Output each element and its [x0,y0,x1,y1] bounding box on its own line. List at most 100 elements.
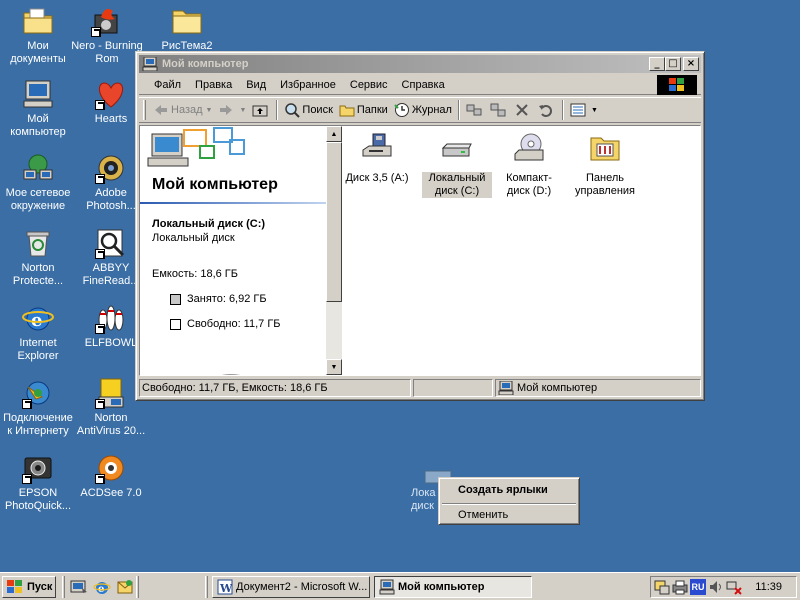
back-button[interactable]: Назад ▼ [150,99,215,121]
delete-button[interactable] [511,99,535,121]
word-document-icon: W [217,579,233,595]
desktop-icon-network[interactable]: Мое сетевое окружение [0,152,76,213]
forward-arrow-icon [220,105,233,115]
item-label: Панель управления [575,172,635,197]
explorer-content: Мой компьютер Локальный диск (C:) Локаль… [139,125,701,376]
network-disconnected-icon[interactable] [726,579,742,595]
computer-icon [498,381,514,395]
desktop-icon-label: Мое сетевое окружение [5,187,71,212]
chevron-down-icon[interactable]: ▼ [591,107,598,114]
status-zone: Мой компьютер [495,379,701,397]
left-pane-scrollbar[interactable]: ▲ ▼ [326,126,342,375]
desktop-icon-ristema2[interactable]: РисТема2 [149,5,225,53]
item-control-panel[interactable]: Панель управления [570,132,640,198]
history-button[interactable]: Журнал [391,99,455,121]
desktop-icon-nero[interactable]: Nero - Burning Rom [69,5,145,66]
network-tray-icon[interactable] [654,579,670,595]
recycle-bin-icon [22,227,54,259]
desktop-icon-my-computer[interactable]: Мой компьютер [0,78,76,139]
start-label: Пуск [27,581,53,593]
menu-favorites[interactable]: Избранное [273,79,343,91]
volume-icon[interactable] [708,579,724,595]
scroll-up-button[interactable]: ▲ [326,126,342,142]
desktop-icon-my-documents[interactable]: Мои документы [0,5,76,66]
system-tray: RU 11:39 [650,576,797,598]
toolbar-grip[interactable] [143,100,146,120]
scroll-thumb[interactable] [326,142,342,302]
history-icon [394,103,409,117]
window-title: Мой компьютер [162,58,249,70]
create-shortcuts-menu-item[interactable]: Создать ярлыки [442,481,576,499]
camera-icon [22,452,54,484]
delete-icon [516,104,528,116]
cancel-menu-item[interactable]: Отменить [442,506,576,524]
folders-icon [339,105,355,117]
menu-view[interactable]: Вид [239,79,273,91]
norton-antivirus-icon [95,377,127,409]
standard-toolbar: Назад ▼ ▼ Поиск Папки Журнал ▼ [139,97,701,123]
menu-help[interactable]: Справка [395,79,452,91]
folder-up-icon [252,105,268,117]
undo-button[interactable] [535,99,559,121]
copy-to-button[interactable] [487,99,511,121]
quicklaunch-grip[interactable] [62,576,65,598]
desktop-icon-norton-protected[interactable]: Norton Protecte... [0,227,76,288]
menu-file[interactable]: Файл [147,79,188,91]
task-my-computer[interactable]: Мой компьютер [374,576,532,598]
minimize-button[interactable]: _ [649,57,665,71]
computer-icon [142,57,158,71]
used-swatch [170,293,181,305]
windows-logo-icon [657,75,697,95]
folders-button[interactable]: Папки [336,99,391,121]
status-zone-label: Мой компьютер [517,382,598,394]
desktop-icon-internet-explorer[interactable]: e Internet Explorer [0,302,76,363]
desktop-icon-acdsee[interactable]: ACDSee 7.0 [73,452,149,500]
menu-tools[interactable]: Сервис [343,79,395,91]
move-to-button[interactable] [463,99,487,121]
task-word-document[interactable]: W Документ2 - Microsoft W... [212,576,370,598]
language-indicator[interactable]: RU [690,579,706,595]
item-label: Компакт-диск (D:) [506,172,552,197]
desktop-icon-internet-connection[interactable]: Подключение к Интернету [0,377,76,438]
scroll-down-button[interactable]: ▼ [326,359,342,375]
internet-explorer-icon[interactable]: e [93,578,111,596]
pane-title: Мой компьютер [152,176,278,193]
history-label: Журнал [411,104,452,116]
printer-tray-icon[interactable] [672,579,688,595]
undo-icon [538,105,552,117]
menu-edit[interactable]: Правка [188,79,239,91]
item-cd-d[interactable]: Компакт-диск (D:) [494,132,564,198]
computer-icon [22,78,54,110]
control-panel-icon [590,137,620,161]
clock[interactable]: 11:39 [755,581,782,593]
views-button[interactable]: ▼ [567,99,601,121]
photoshop-icon [95,152,127,184]
menu-bar: Файл Правка Вид Избранное Сервис Справка [139,75,701,95]
chevron-down-icon[interactable]: ▼ [206,107,213,114]
forward-button[interactable]: ▼ [215,99,249,121]
show-desktop-icon[interactable] [70,578,88,596]
maximize-button[interactable]: □ [665,57,681,71]
desktop-icon-label: Подключение к Интернету [3,412,73,437]
connection-wizard-icon [22,377,54,409]
item-floppy-a[interactable]: Диск 3,5 (A:) [342,132,412,185]
chevron-down-icon[interactable]: ▼ [239,107,246,114]
task-label: Документ2 - Microsoft W... [236,581,368,593]
my-computer-window[interactable]: Мой компьютер _ □ × Файл Правка Вид Избр… [135,51,705,401]
computer-banner-icon [147,127,245,167]
search-button[interactable]: Поиск [281,99,335,121]
disk-free: Свободно: 11,7 ГБ [170,318,281,330]
up-button[interactable] [249,99,273,121]
desktop-icon-label: Norton Protecte... [12,262,64,287]
folder-documents-icon [22,5,54,37]
start-button[interactable]: Пуск [2,576,56,598]
disk-used: Занято: 6,92 ГБ [170,293,267,305]
disk-free-text: Свободно: 11,7 ГБ [187,318,281,330]
ghost-label: Лока диск [411,487,436,512]
outlook-express-icon[interactable] [116,578,134,596]
item-local-disk-c[interactable]: Локальный диск (C:) [422,132,492,198]
tasks-grip[interactable] [205,576,208,598]
desktop-icon-epson[interactable]: EPSON PhotoQuick... [0,452,76,513]
window-titlebar[interactable]: Мой компьютер _ □ × [139,55,701,73]
close-button[interactable]: × [683,57,699,71]
